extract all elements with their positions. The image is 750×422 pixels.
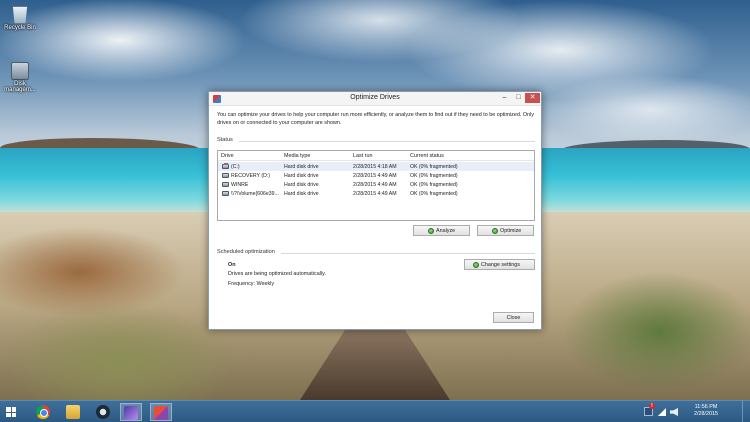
disk-management-icon bbox=[11, 62, 29, 80]
drive-name: \\?\Volume{606e39... bbox=[231, 190, 279, 197]
shield-icon bbox=[492, 228, 498, 234]
drive-row[interactable]: (C:) Hard disk drive 2/28/2015 4:18 AM O… bbox=[218, 162, 534, 171]
drive-media-type: Hard disk drive bbox=[284, 172, 319, 179]
column-header-last-run[interactable]: Last run bbox=[353, 153, 372, 159]
window-title: Optimize Drives bbox=[350, 94, 400, 101]
close-button-label: Close bbox=[506, 315, 521, 321]
hard-drive-icon bbox=[222, 181, 229, 187]
change-settings-label: Change settings bbox=[481, 262, 520, 268]
title-bar[interactable]: Optimize Drives – □ ✕ bbox=[209, 92, 541, 106]
analyze-button-label: Analyze bbox=[436, 228, 456, 234]
column-header-drive[interactable]: Drive bbox=[221, 153, 234, 159]
desktop-icon-disk-management[interactable]: Disk managem... bbox=[2, 62, 38, 93]
taskbar-paint[interactable] bbox=[120, 403, 142, 421]
clock-time: 11:56 PM bbox=[694, 404, 718, 410]
minimize-button[interactable]: – bbox=[498, 93, 511, 103]
column-header-media-type[interactable]: Media type bbox=[284, 153, 310, 159]
show-desktop-button[interactable] bbox=[742, 401, 750, 422]
drive-status: OK (0% fragmented) bbox=[410, 181, 458, 188]
system-drive-icon bbox=[222, 162, 229, 169]
clock[interactable]: 11:56 PM 2/28/2015 bbox=[684, 404, 728, 418]
taskbar-media-player[interactable] bbox=[93, 403, 115, 421]
drive-name: RECOVERY (D:) bbox=[231, 172, 271, 179]
network-icon[interactable] bbox=[658, 408, 666, 416]
file-explorer-icon bbox=[66, 405, 80, 419]
optimize-button-label: Optimize bbox=[500, 228, 522, 234]
drive-media-type: Hard disk drive bbox=[284, 163, 319, 170]
maximize-button[interactable]: □ bbox=[512, 93, 525, 103]
status-section-label: Status bbox=[217, 137, 233, 143]
volume-icon[interactable] bbox=[670, 408, 678, 416]
drive-name: WINRE bbox=[231, 181, 249, 188]
drive-status: OK (0% fragmented) bbox=[410, 172, 458, 179]
change-settings-button[interactable]: Change settings bbox=[464, 259, 535, 270]
media-player-icon bbox=[96, 405, 110, 419]
hard-drive-icon bbox=[222, 190, 229, 196]
shield-icon bbox=[473, 262, 479, 268]
schedule-description: Drives are being optimized automatically… bbox=[228, 271, 326, 277]
drive-last-run: 2/28/2015 4:18 AM bbox=[353, 163, 397, 170]
start-icon bbox=[6, 407, 16, 417]
drive-name: (C:) bbox=[231, 163, 240, 170]
drive-row[interactable]: RECOVERY (D:) Hard disk drive 2/28/2015 … bbox=[218, 171, 534, 180]
scheduled-divider bbox=[281, 253, 535, 254]
drive-last-run: 2/28/2015 4:49 AM bbox=[353, 181, 397, 188]
status-divider bbox=[239, 141, 535, 142]
start-button[interactable] bbox=[0, 403, 22, 421]
drive-last-run: 2/28/2015 4:49 AM bbox=[353, 172, 397, 179]
recycle-bin-icon bbox=[12, 6, 28, 24]
optimize-button[interactable]: Optimize bbox=[477, 225, 534, 236]
close-button[interactable]: Close bbox=[493, 312, 534, 323]
drive-list-header: Drive Media type Last run Current status bbox=[218, 151, 534, 161]
drive-status: OK (0% fragmented) bbox=[410, 163, 458, 170]
desktop-icon-recycle-bin[interactable]: Recycle Bin bbox=[2, 6, 38, 31]
paint-icon bbox=[124, 406, 138, 420]
column-header-current-status[interactable]: Current status bbox=[410, 153, 444, 159]
drive-media-type: Hard disk drive bbox=[284, 190, 319, 197]
drive-status: OK (0% fragmented) bbox=[410, 190, 458, 197]
clock-date: 2/28/2015 bbox=[694, 411, 718, 417]
action-center-icon[interactable] bbox=[644, 403, 655, 416]
shield-icon bbox=[428, 228, 434, 234]
chrome-icon bbox=[36, 405, 50, 419]
drive-last-run: 2/28/2015 4:49 AM bbox=[353, 190, 397, 197]
desktop-icon-label: Disk managem... bbox=[4, 81, 36, 93]
desktop-icon-label: Recycle Bin bbox=[4, 25, 36, 31]
schedule-frequency: Frequency: Weekly bbox=[228, 281, 275, 287]
analyze-button[interactable]: Analyze bbox=[413, 225, 470, 236]
taskbar: 11:56 PM 2/28/2015 bbox=[0, 400, 750, 422]
drive-list[interactable]: Drive Media type Last run Current status… bbox=[217, 150, 535, 221]
taskbar-optimize-drives[interactable] bbox=[150, 403, 172, 421]
drive-media-type: Hard disk drive bbox=[284, 181, 319, 188]
optimize-drives-icon bbox=[154, 406, 168, 420]
drive-row[interactable]: WINRE Hard disk drive 2/28/2015 4:49 AM … bbox=[218, 180, 534, 189]
taskbar-chrome[interactable] bbox=[33, 403, 55, 421]
close-window-button[interactable]: ✕ bbox=[525, 93, 540, 103]
optimize-drives-window: Optimize Drives – □ ✕ You can optimize y… bbox=[208, 91, 542, 330]
drive-row[interactable]: \\?\Volume{606e39... Hard disk drive 2/2… bbox=[218, 189, 534, 198]
schedule-state: On bbox=[228, 262, 236, 268]
taskbar-file-explorer[interactable] bbox=[63, 403, 85, 421]
intro-text: You can optimize your drives to help you… bbox=[217, 112, 534, 126]
scheduled-section-label: Scheduled optimization bbox=[217, 249, 275, 255]
hard-drive-icon bbox=[222, 172, 229, 178]
